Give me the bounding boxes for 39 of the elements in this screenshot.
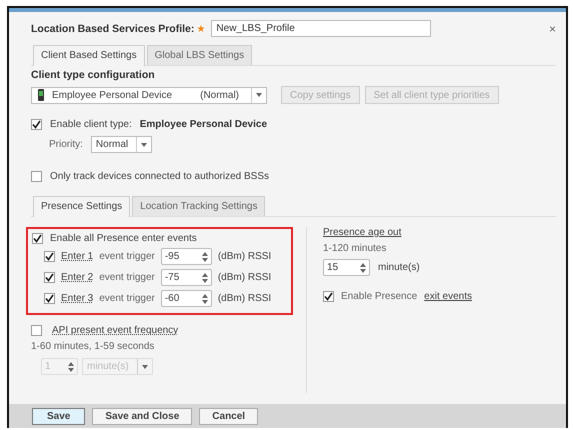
footer-button[interactable]: Save and Close — [92, 408, 192, 424]
checkbox-label: Only track devices connected to authorized BSSs — [50, 171, 270, 182]
trigger-label: event trigger — [99, 251, 155, 262]
checkbox-label: Enable client type: — [50, 119, 132, 130]
checkbox-label: Enable Presence — [341, 291, 418, 302]
required-mark: ★ — [196, 22, 206, 34]
unit-label: minute(s) — [378, 262, 420, 273]
unit-label: (dBm) RSSI — [218, 293, 272, 304]
priority-label: Priority: — [49, 139, 83, 150]
hint-text: 1-120 minutes — [323, 243, 388, 254]
enter-link[interactable]: Enter 1 — [61, 251, 94, 262]
tab[interactable]: Client Based Settings — [33, 45, 145, 66]
checkbox-label: Enable all Presence enter events — [50, 233, 197, 244]
tab[interactable]: Presence Settings — [33, 196, 130, 217]
profile-name-field[interactable]: New_LBS_Profile — [211, 20, 432, 37]
enter-link[interactable]: Enter 2 — [61, 272, 94, 283]
unit-label: (dBm) RSSI — [218, 251, 272, 262]
client-type-dropdown[interactable]: Employee Personal Device (Normal) — [31, 86, 267, 104]
tab[interactable]: Global LBS Settings — [146, 45, 252, 65]
rssi-spinner[interactable]: -60 — [160, 290, 212, 307]
trigger-label: event trigger — [99, 272, 155, 283]
trigger-label: event trigger — [99, 293, 155, 304]
rssi-spinner[interactable]: -75 — [160, 269, 212, 286]
section-heading: Client type configuration — [31, 69, 156, 81]
profile-label: Location Based Services Profile: — [31, 22, 194, 34]
api-frequency-label: API present event frequency — [52, 325, 178, 336]
rssi-spinner[interactable]: -95 — [160, 248, 212, 265]
unit-label: (dBm) RSSI — [218, 272, 272, 283]
priority-dropdown[interactable]: Normal — [90, 136, 152, 153]
tab[interactable]: Location Tracking Settings — [132, 196, 266, 216]
footer-button[interactable]: Save — [32, 408, 86, 424]
age-out-link[interactable]: Presence age out — [323, 227, 472, 238]
client-type-name: Employee Personal Device — [140, 119, 268, 130]
enter-link[interactable]: Enter 3 — [61, 293, 94, 304]
hint-text: 1-60 minutes, 1-59 seconds — [31, 341, 156, 352]
close-button[interactable]: × — [548, 22, 556, 36]
exit-events-link[interactable]: exit events — [424, 291, 472, 302]
footer-button[interactable]: Cancel — [199, 408, 258, 424]
age-out-spinner[interactable]: 15 — [323, 259, 370, 276]
